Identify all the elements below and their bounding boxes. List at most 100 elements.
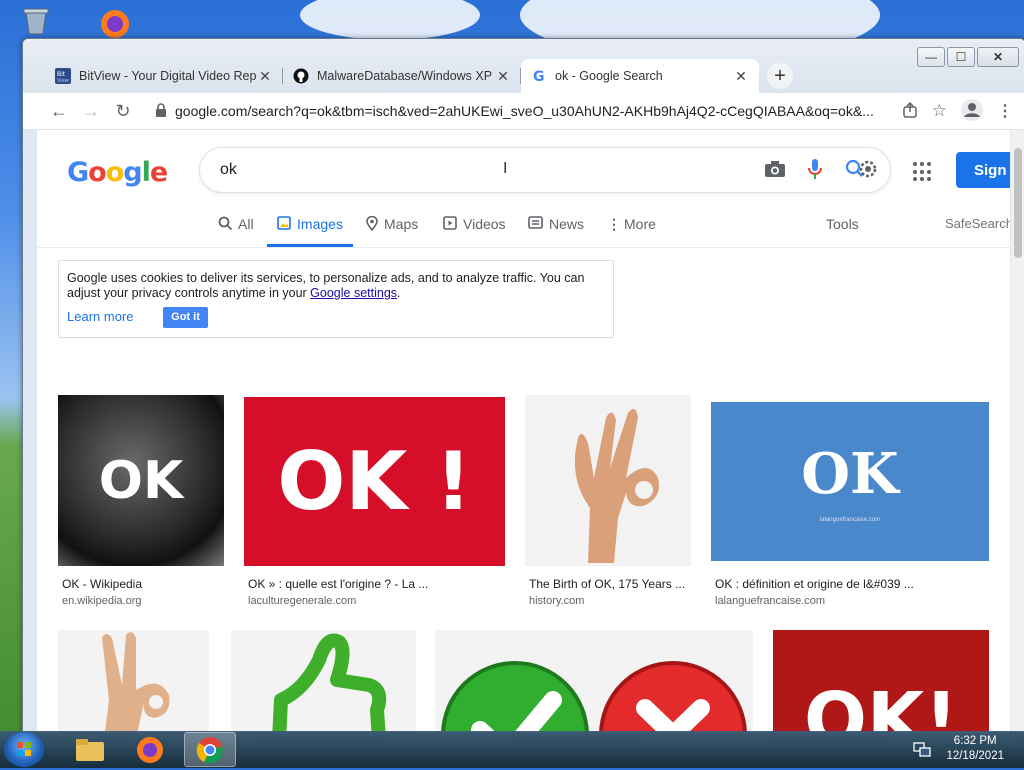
address-bar[interactable]: google.com/search?q=ok&tbm=isch&ved=2ahU… [155,96,888,126]
sign-in-button[interactable]: Sign i [956,152,1010,188]
result-title[interactable]: OK : définition et origine de l&#039 ... [715,577,914,591]
safesearch-button[interactable]: SafeSearch [945,216,1010,247]
google-settings-link[interactable]: Google settings [310,286,397,300]
tools-label: Tools [826,216,859,232]
tab-label: ok - Google Search [555,69,663,83]
close-window-button[interactable]: ✕ [977,47,1019,67]
bookmark-star-icon[interactable]: ☆ [932,101,947,121]
svg-text:G: G [533,69,545,84]
network-tray-icon[interactable] [904,732,940,767]
browser-window: — ☐ ✕ Bit View BitView - Your Digital Vid… [22,38,1024,733]
bitview-icon: Bit View [55,68,71,84]
result-image[interactable] [58,630,209,732]
result-image-text: OK! [804,677,958,732]
maximize-button[interactable]: ☐ [947,47,975,67]
tab-google-search[interactable]: G ok - Google Search ✕ [521,59,759,93]
result-title[interactable]: OK » : quelle est l'origine ? - La ... [248,577,428,591]
tab-close-icon[interactable]: ✕ [495,68,511,85]
tab-label: More [624,216,656,232]
google-g-icon: G [531,68,547,84]
google-images-page: Google ok I Sign i Al [37,130,1010,732]
maximize-icon: ☐ [955,50,967,64]
reload-icon: ↻ [115,100,131,121]
tab-videos[interactable]: Videos [443,216,506,247]
tab-maps[interactable]: Maps [366,215,419,247]
result-title[interactable]: OK - Wikipedia [62,577,142,591]
search-box[interactable]: ok I [199,147,891,193]
tab-label: Videos [463,216,506,232]
tab-images[interactable]: Images [267,216,353,247]
taskbar-chrome[interactable] [184,732,236,767]
share-icon[interactable] [902,101,918,121]
system-clock[interactable]: 6:32 PM 12/18/2021 [946,734,1004,764]
windows-logo-icon [17,742,31,756]
got-it-button[interactable]: Got it [163,307,208,328]
tab-close-icon[interactable]: ✕ [257,68,273,85]
profile-avatar-icon[interactable] [961,98,983,124]
cloud [300,0,480,40]
result-image[interactable]: OK ! [244,397,505,566]
tab-more[interactable]: ⋮ More [607,216,656,247]
map-pin-icon [366,215,378,234]
close-icon: ✕ [992,50,1004,64]
result-image[interactable]: OK [58,395,224,566]
plus-icon: + [774,64,786,87]
new-tab-button[interactable]: + [767,63,793,89]
forward-button[interactable]: → [75,95,107,127]
page-scrollbar[interactable] [1011,130,1024,732]
tab-label: Images [297,216,343,232]
google-logo[interactable]: Google [67,157,168,188]
result-image[interactable]: OK! [773,630,989,732]
recycle-bin-icon[interactable] [18,6,54,36]
ok-hand-image [574,409,659,563]
result-domain: en.wikipedia.org [62,595,142,607]
safesearch-label: SafeSearch [945,216,1010,231]
tab-all[interactable]: All [218,216,254,247]
chrome-icon [196,736,223,763]
firefox-icon [137,736,163,763]
browser-toolbar: ← → ↻ google.com/search?q=ok&tbm=isch&ve… [23,93,1024,130]
taskbar: 6:32 PM 12/18/2021 [0,731,1024,768]
microphone-icon[interactable] [808,158,822,182]
search-settings-icon[interactable] [844,158,878,183]
result-image[interactable] [231,630,416,732]
result-title[interactable]: The Birth of OK, 175 Years ... [529,577,685,591]
result-domain: lalanguefrancaise.com [715,595,826,607]
back-arrow-icon: ← [50,100,68,121]
tab-malwaredatabase[interactable]: MalwareDatabase/Windows XP H ✕ [283,59,521,93]
taskbar-explorer[interactable] [64,732,116,767]
github-icon [293,68,309,84]
tab-bitview[interactable]: Bit View BitView - Your Digital Video Rep… [45,59,283,93]
result-image[interactable] [525,395,691,566]
tools-button[interactable]: Tools [826,216,859,247]
result-image-text: OK [98,450,184,511]
reload-button[interactable]: ↻ [107,95,139,127]
play-icon [443,216,457,233]
tab-label: Maps [384,216,419,232]
cookie-notice: Google uses cookies to deliver its servi… [58,260,614,338]
clock-time: 6:32 PM [953,735,997,747]
url-text: google.com/search?q=ok&tbm=isch&ved=2ahU… [175,103,874,119]
start-button[interactable] [4,732,44,767]
tab-news[interactable]: News [528,216,584,247]
tab-label: News [549,216,585,232]
browser-menu-icon[interactable]: ⋮ [997,101,1013,121]
search-type-tabs: All Images Maps Videos News ⋮ More Tools… [37,210,1010,248]
news-icon [528,216,543,232]
lock-icon [155,102,167,120]
more-dots-icon: ⋮ [607,216,621,232]
taskbar-firefox[interactable] [124,732,176,767]
google-apps-icon[interactable] [913,162,933,182]
firefox-desktop-icon[interactable] [92,4,138,38]
scrollbar-thumb[interactable] [1014,148,1022,258]
result-image-text: OK [801,440,899,507]
search-input[interactable]: ok [200,161,764,179]
learn-more-link[interactable]: Learn more [67,309,133,324]
camera-icon[interactable] [764,160,786,181]
result-image-text: OK ! [277,435,472,528]
ok-hand-image [101,632,169,732]
result-image[interactable] [435,630,753,732]
back-button[interactable]: ← [43,95,75,127]
tab-close-icon[interactable]: ✕ [733,68,749,85]
result-image[interactable]: OK lalanguefrancaise.com [711,402,989,561]
